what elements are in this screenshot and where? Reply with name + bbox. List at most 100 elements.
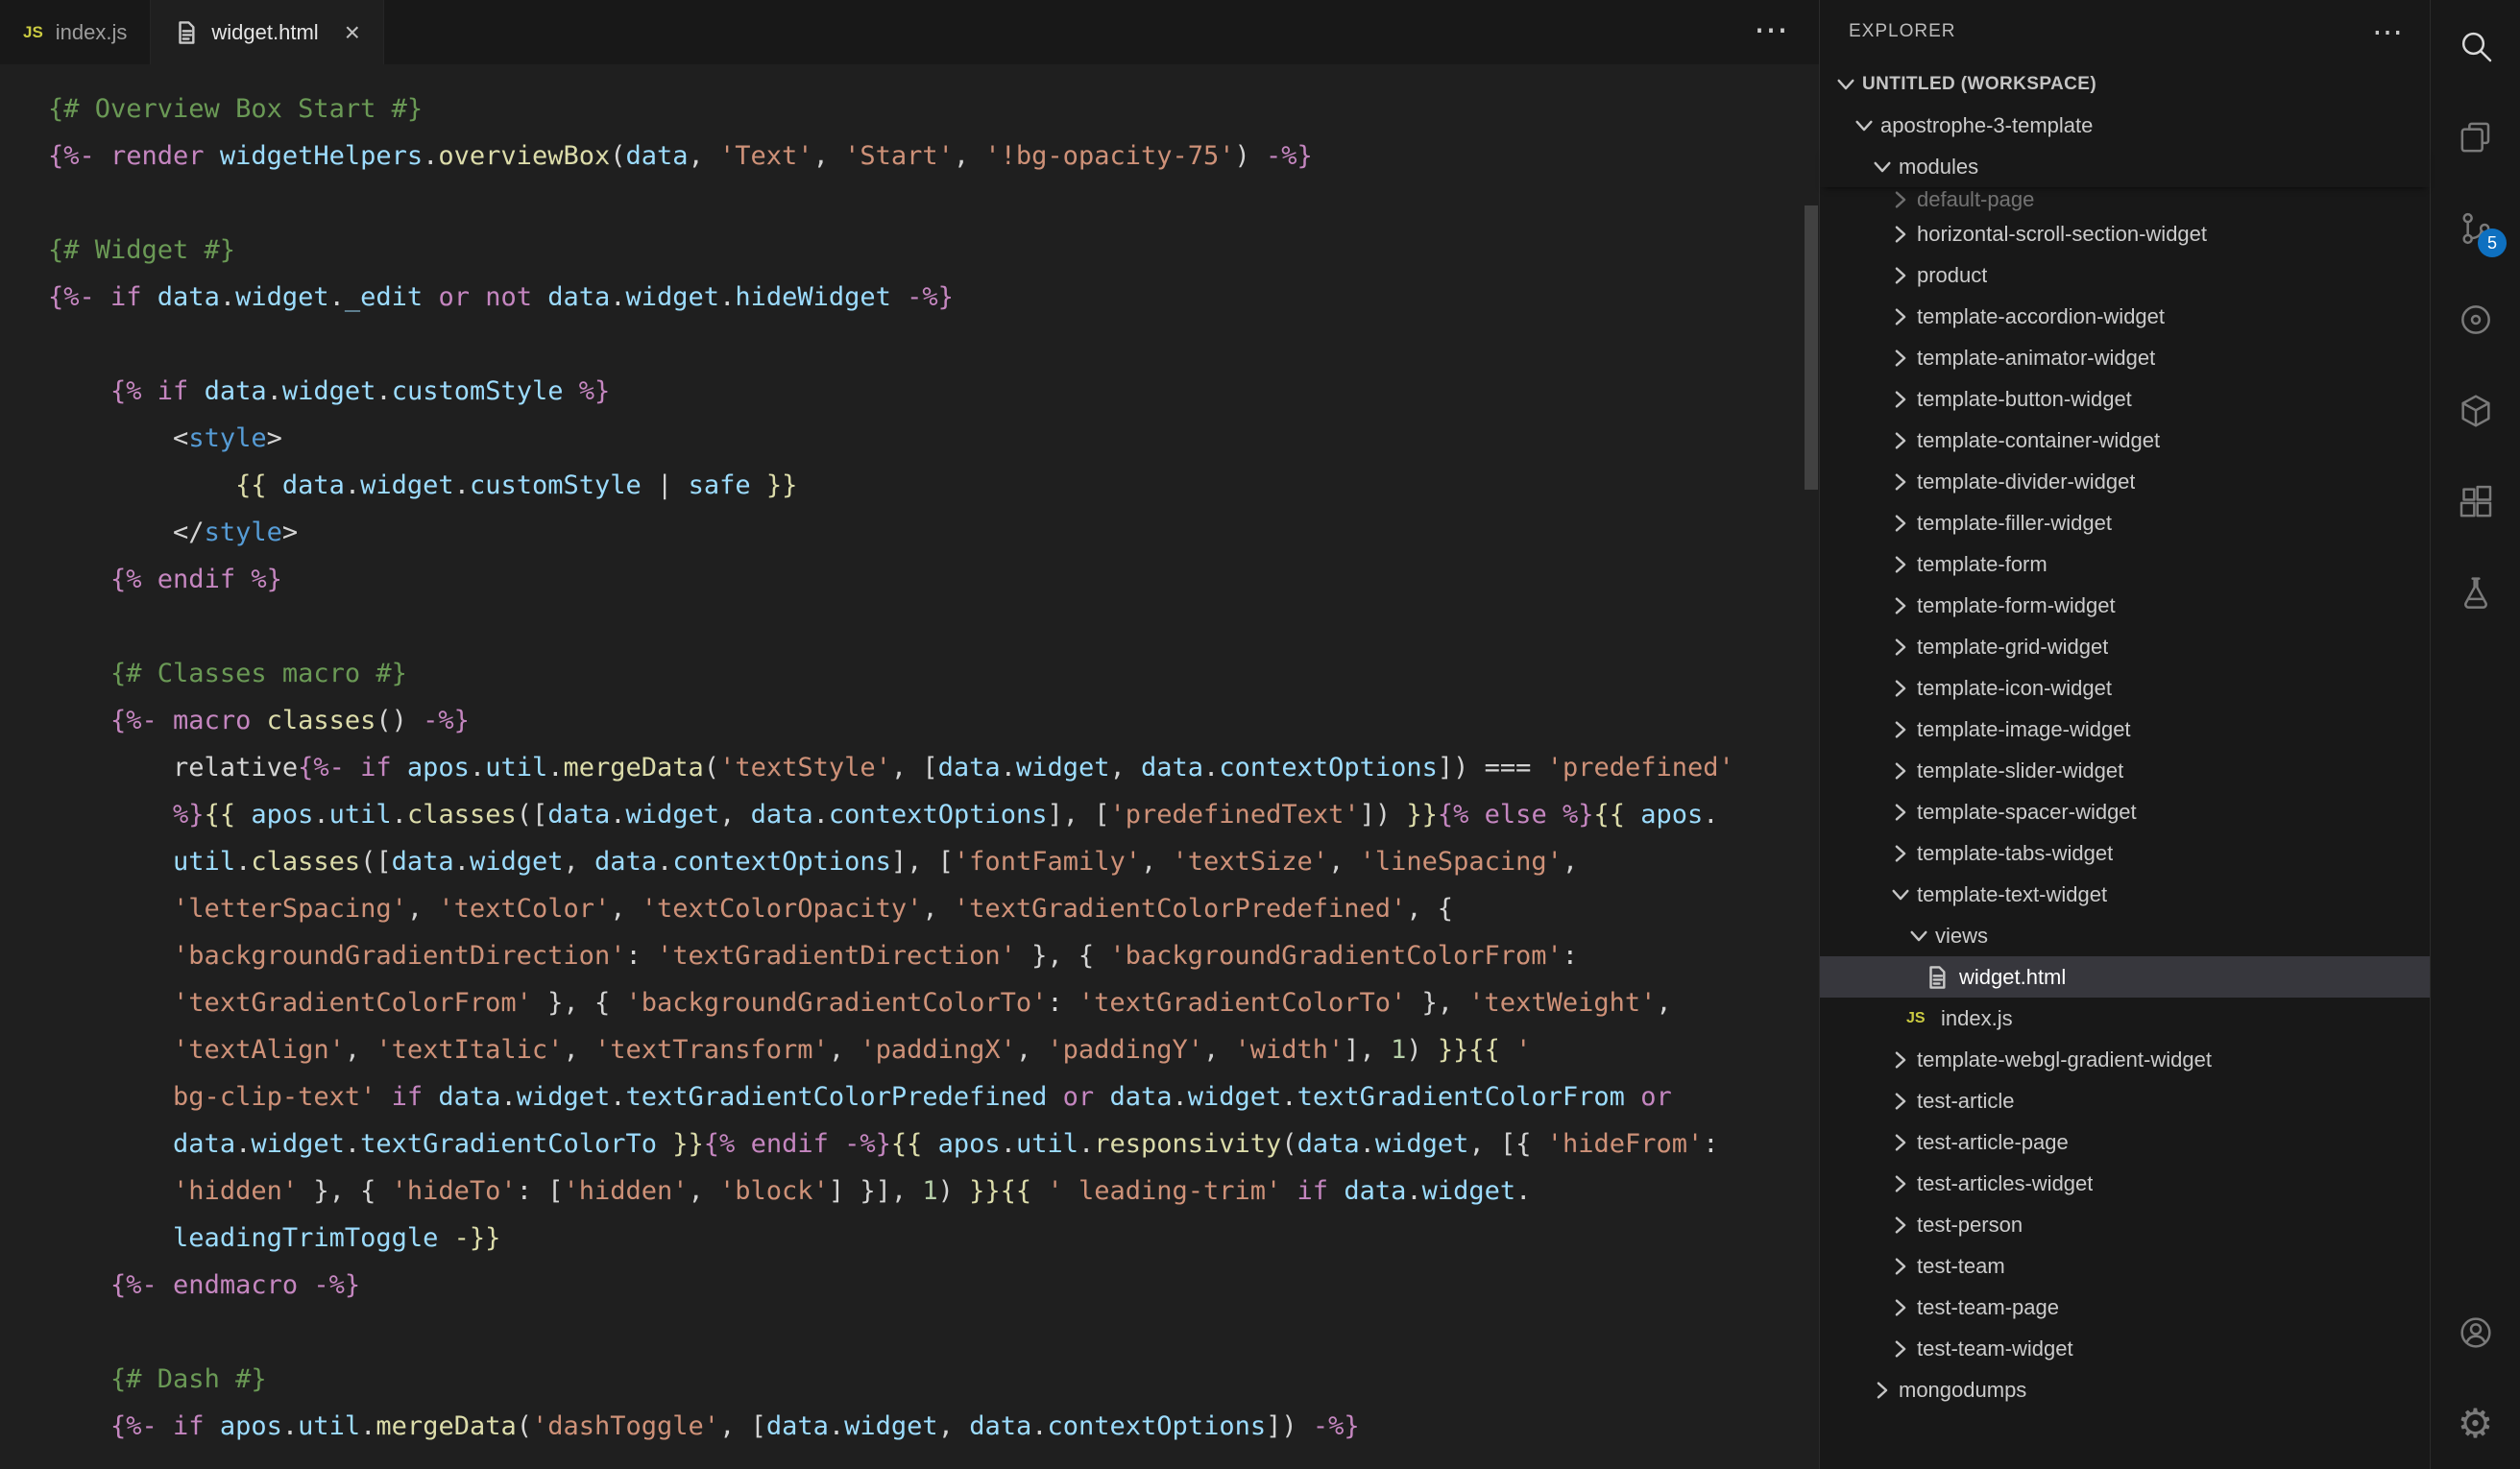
code-line: {%- macro classes() -%} (48, 697, 1819, 744)
remote-explorer-icon[interactable] (2431, 274, 2520, 365)
tree-item-label: template-text-widget (1917, 882, 2107, 907)
editor-more-actions-icon[interactable]: ⋯ (1754, 9, 1788, 49)
tree-item-views[interactable]: views (1820, 915, 2430, 956)
package-icon[interactable] (2431, 365, 2520, 456)
tree-item-label: template-webgl-gradient-widget (1917, 1048, 2212, 1072)
tree-item-test-article-page[interactable]: test-article-page (1820, 1121, 2430, 1163)
tree-item-label: mongodumps (1899, 1378, 2026, 1403)
explorer-header: EXPLORER ⋯ (1820, 0, 2430, 63)
file-icon (1925, 965, 1950, 990)
chevron-right-icon (1888, 635, 1917, 660)
javascript-file-icon: JS (23, 23, 43, 42)
tree-item-label: index.js (1941, 1006, 2013, 1031)
code-line (48, 603, 1819, 650)
code-line: {% if data.widget.customStyle %} (48, 368, 1819, 415)
tree-item-label: test-team (1917, 1254, 2005, 1279)
tree-item-template-text-widget[interactable]: template-text-widget (1820, 874, 2430, 915)
tree-item-template-divider-widget[interactable]: template-divider-widget (1820, 461, 2430, 502)
tree-item-template-spacer-widget[interactable]: template-spacer-widget (1820, 791, 2430, 832)
tree-item-test-article[interactable]: test-article (1820, 1080, 2430, 1121)
tree-item-modules[interactable]: modules (1820, 146, 2430, 187)
code-line: bg-clip-text' if data.widget.textGradien… (48, 1073, 1819, 1120)
tree-item-template-webgl-gradient-widget[interactable]: template-webgl-gradient-widget (1820, 1039, 2430, 1080)
account-icon[interactable] (2431, 1287, 2520, 1378)
code-line (48, 180, 1819, 227)
tab-index.js[interactable]: JSindex.js (0, 0, 151, 64)
tree-item-template-accordion-widget[interactable]: template-accordion-widget (1820, 296, 2430, 337)
chevron-right-icon (1888, 717, 1917, 742)
code-line (48, 1309, 1819, 1356)
tree-item-test-person[interactable]: test-person (1820, 1204, 2430, 1245)
tree-item-mongodumps[interactable]: mongodumps (1820, 1369, 2430, 1410)
chevron-right-icon (1888, 1254, 1917, 1279)
code-line: {%- endmacro -%} (48, 1262, 1819, 1309)
explorer-more-actions-icon[interactable]: ⋯ (2372, 13, 2403, 50)
settings-icon[interactable]: ⚙ (2431, 1378, 2520, 1469)
testing-icon[interactable] (2431, 547, 2520, 638)
activity-bar: 5 ⚙ (2430, 0, 2520, 1469)
tab-widget.html[interactable]: widget.html× (151, 0, 384, 64)
chevron-right-icon (1888, 759, 1917, 783)
source-control-icon[interactable]: 5 (2431, 182, 2520, 274)
tree-item-index.js[interactable]: JS index.js (1820, 998, 2430, 1039)
tree-item-template-animator-widget[interactable]: template-animator-widget (1820, 337, 2430, 378)
tree-item-apostrophe-3-template[interactable]: apostrophe-3-template (1820, 105, 2430, 146)
code-line: 'textGradientColorFrom' }, { 'background… (48, 979, 1819, 1026)
tree-item-template-tabs-widget[interactable]: template-tabs-widget (1820, 832, 2430, 874)
tree-item-default-page[interactable]: default-page (1820, 187, 2430, 213)
explorer-title: EXPLORER (1849, 21, 1955, 42)
search-icon[interactable] (2431, 0, 2520, 91)
tree-item-label: template-form-widget (1917, 593, 2116, 618)
code-line: 'letterSpacing', 'textColor', 'textColor… (48, 885, 1819, 932)
tree-item-label: UNTITLED (WORKSPACE) (1862, 74, 2096, 95)
tree-item-test-team-page[interactable]: test-team-page (1820, 1287, 2430, 1328)
chevron-right-icon (1888, 387, 1917, 412)
code-editor[interactable]: {# Overview Box Start #}{%- render widge… (0, 64, 1819, 1450)
tree-item-test-team-widget[interactable]: test-team-widget (1820, 1328, 2430, 1369)
chevron-right-icon (1888, 304, 1917, 329)
file-tree: UNTITLED (WORKSPACE) apostrophe-3-templat… (1820, 63, 2430, 1410)
tree-item-template-slider-widget[interactable]: template-slider-widget (1820, 750, 2430, 791)
code-line: {%- if data.widget._edit or not data.wid… (48, 274, 1819, 321)
tree-item-label: template-divider-widget (1917, 470, 2135, 494)
chevron-right-icon (1888, 1130, 1917, 1155)
copy-files-icon[interactable] (2431, 91, 2520, 182)
tree-item-template-filler-widget[interactable]: template-filler-widget (1820, 502, 2430, 543)
tree-item-label: template-grid-widget (1917, 635, 2108, 660)
tree-item-label: template-filler-widget (1917, 511, 2112, 536)
javascript-file-icon: JS (1906, 1010, 1931, 1027)
tree-item-template-form[interactable]: template-form (1820, 543, 2430, 585)
tree-item-label: template-button-widget (1917, 387, 2132, 412)
editor-region: JSindex.jswidget.html× ⋯ {# Overview Box… (0, 0, 1819, 1469)
tree-item-template-button-widget[interactable]: template-button-widget (1820, 378, 2430, 420)
tree-item-test-team[interactable]: test-team (1820, 1245, 2430, 1287)
code-line: {%- if apos.util.mergeData('dashToggle',… (48, 1403, 1819, 1450)
tree-item-template-icon-widget[interactable]: template-icon-widget (1820, 667, 2430, 709)
code-line: util.classes([data.widget, data.contextO… (48, 838, 1819, 885)
code-line: relative{%- if apos.util.mergeData('text… (48, 744, 1819, 791)
chevron-down-icon (1906, 924, 1935, 949)
tree-item-template-form-widget[interactable]: template-form-widget (1820, 585, 2430, 626)
tree-item-label: template-spacer-widget (1917, 800, 2137, 825)
tree-item-label: widget.html (1959, 965, 2066, 990)
tree-item-product[interactable]: product (1820, 254, 2430, 296)
tree-item-horizontal-scroll-section-widget[interactable]: horizontal-scroll-section-widget (1820, 213, 2430, 254)
code-line: {# Classes macro #} (48, 650, 1819, 697)
tree-item-template-image-widget[interactable]: template-image-widget (1820, 709, 2430, 750)
tree-item-label: test-articles-widget (1917, 1171, 2093, 1196)
tree-item-template-container-widget[interactable]: template-container-widget (1820, 420, 2430, 461)
tree-item-widget.html[interactable]: widget.html (1820, 956, 2430, 998)
chevron-down-icon (1833, 72, 1862, 97)
file-icon (174, 20, 199, 45)
tree-item-UNTITLED (WORKSPACE)[interactable]: UNTITLED (WORKSPACE) (1820, 63, 2430, 105)
extensions-icon[interactable] (2431, 456, 2520, 547)
editor-scrollbar[interactable] (1805, 205, 1818, 490)
tree-item-label: template-form (1917, 552, 2048, 577)
tree-item-label: template-accordion-widget (1917, 304, 2165, 329)
code-line: 'backgroundGradientDirection': 'textGrad… (48, 932, 1819, 979)
close-tab-icon[interactable]: × (345, 19, 360, 46)
chevron-right-icon (1888, 222, 1917, 247)
tree-item-template-grid-widget[interactable]: template-grid-widget (1820, 626, 2430, 667)
chevron-right-icon (1888, 552, 1917, 577)
tree-item-test-articles-widget[interactable]: test-articles-widget (1820, 1163, 2430, 1204)
